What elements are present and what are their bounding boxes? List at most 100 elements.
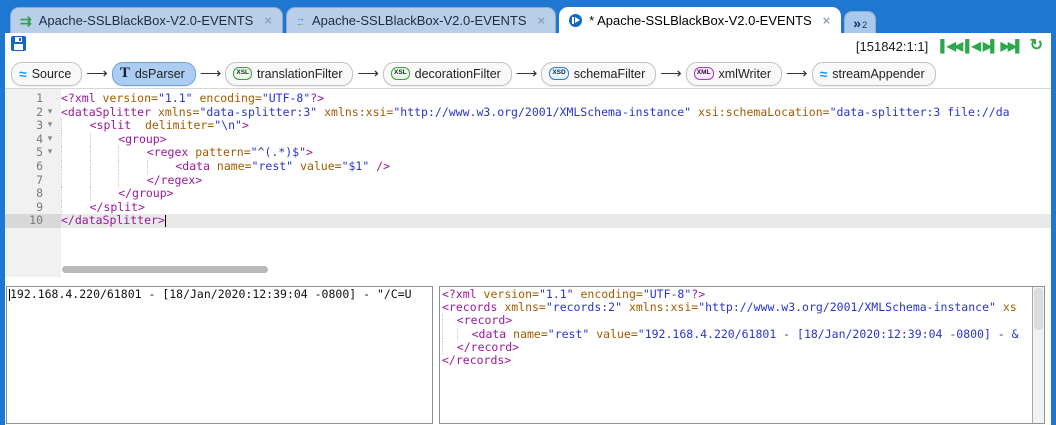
- code-text: </group>: [61, 187, 1051, 201]
- output-line: <records xmlns="records:2" xmlns:xsi="ht…: [442, 301, 1042, 314]
- gutter-cell: 8: [5, 187, 61, 201]
- step-last-icon[interactable]: ▶▶▌: [1001, 40, 1022, 52]
- close-icon[interactable]: ×: [538, 14, 546, 27]
- indent-guide: [118, 174, 147, 188]
- indent-guide: [118, 160, 147, 174]
- tab-events-1[interactable]: ⇉ Apache-SSLBlackBox-V2.0-EVENTS ×: [10, 7, 283, 33]
- code-editor[interactable]: 1<?xml version="1.1" encoding="UTF-8"?>2…: [5, 89, 1051, 277]
- line-number: 1: [5, 92, 43, 106]
- translation-icon: →←: [296, 16, 305, 26]
- fold-spacer: [43, 187, 57, 201]
- pipeline-arrow-icon: ⟶: [357, 66, 379, 81]
- output-data-pane[interactable]: <?xml version="1.1" encoding="UTF-8"?><r…: [439, 286, 1045, 424]
- pipeline-element-translationFilter[interactable]: XSLtranslationFilter: [225, 62, 353, 86]
- line-number: 6: [5, 160, 43, 174]
- code-line[interactable]: 3▾<split delimiter="\n">: [5, 119, 1051, 133]
- indent-guide: [118, 146, 147, 160]
- save-icon[interactable]: [11, 36, 26, 51]
- code-line[interactable]: 2▾<dataSplitter xmlns="data-splitter:3" …: [5, 106, 1051, 120]
- pipeline-element-dsParser[interactable]: TdsParser: [112, 62, 196, 86]
- fold-spacer: [43, 214, 57, 228]
- indent-guide: [61, 133, 90, 147]
- gutter-cell: 10: [5, 214, 61, 228]
- tab-title: * Apache-SSLBlackBox-V2.0-EVENTS: [589, 13, 812, 28]
- code-line[interactable]: 4▾<group>: [5, 133, 1051, 147]
- pipeline-element-label: schemaFilter: [574, 67, 646, 81]
- code-line[interactable]: 8</group>: [5, 187, 1051, 201]
- line-number: 4: [5, 133, 43, 147]
- xsd-icon: XSD: [549, 67, 568, 80]
- step-backward-icon[interactable]: ▌◀: [965, 40, 979, 52]
- code-line[interactable]: 1<?xml version="1.1" encoding="UTF-8"?>: [5, 92, 1051, 106]
- xml-icon: XML: [694, 67, 714, 80]
- editor-lines: 1<?xml version="1.1" encoding="UTF-8"?>2…: [5, 92, 1051, 228]
- fold-arrow-icon: ▾: [43, 106, 57, 120]
- close-icon[interactable]: ×: [264, 14, 272, 27]
- overflow-count: 2: [862, 21, 867, 30]
- save-icon-label: [14, 44, 23, 50]
- line-number: 10: [5, 214, 43, 228]
- gutter-cell: 5▾: [5, 146, 61, 160]
- input-data-pane[interactable]: 192.168.4.220/61801 - [18/Jan/2020:12:39…: [6, 286, 433, 424]
- pipeline-element-schemaFilter[interactable]: XSD schemaFilter: [541, 62, 656, 86]
- step-first-icon[interactable]: ▌◀◀: [940, 40, 961, 52]
- code-text: </dataSplitter>: [61, 214, 1051, 228]
- output-line: </records>: [442, 354, 1042, 367]
- gutter-cell: 3▾: [5, 119, 61, 133]
- refresh-icon[interactable]: ↻: [1030, 38, 1043, 54]
- indent-guide: [61, 146, 90, 160]
- pipeline-element-Source[interactable]: ≈Source: [11, 62, 82, 86]
- tab-events-2[interactable]: →←Apache-SSLBlackBox-V2.0-EVENTS×: [286, 7, 556, 33]
- output-data-text: <?xml version="1.1" encoding="UTF-8"?><r…: [440, 287, 1044, 368]
- pipeline-arrow-icon: ⟶: [786, 66, 808, 81]
- pipeline-element-label: Source: [32, 67, 72, 81]
- code-text: <split delimiter="\n">: [61, 119, 1051, 133]
- code-line[interactable]: 10 </dataSplitter>: [5, 214, 1051, 228]
- pipeline-element-decorationFilter[interactable]: XSLdecorationFilter: [383, 62, 512, 86]
- code-text: <data name="rest" value="$1" />: [61, 160, 1051, 174]
- pipeline-element-xmlWriter[interactable]: XML xmlWriter: [686, 62, 782, 86]
- tab-bar: ⇉Apache-SSLBlackBox-V2.0-EVENTS×→←Apache…: [10, 7, 876, 33]
- pipeline-structure: ≈Source⟶TdsParser⟶XSLtranslationFilter⟶X…: [5, 59, 1051, 89]
- indent-guide: [147, 160, 176, 174]
- output-line: <data name="rest" value="192.168.4.220/6…: [442, 328, 1042, 341]
- tab-title: Apache-SSLBlackBox-V2.0-EVENTS: [39, 13, 254, 28]
- step-forward-icon[interactable]: ▶▌: [983, 40, 997, 52]
- indent-guide: [61, 119, 90, 133]
- editor-h-scrollbar[interactable]: [62, 266, 268, 273]
- horizontal-splitter[interactable]: [5, 277, 1051, 286]
- line-number: 5: [5, 146, 43, 160]
- gutter-cell: 4▾: [5, 133, 61, 147]
- code-line[interactable]: 5▾<regex pattern="^(.*)$">: [5, 146, 1051, 160]
- code-line[interactable]: 9</split>: [5, 201, 1051, 215]
- indent-guide: [90, 160, 119, 174]
- pipeline-element-label: xmlWriter: [719, 67, 772, 81]
- editor-toolbar: [151842:1:1] ▌◀◀ ▌◀ ▶▌ ▶▶▌ ↻: [5, 33, 1051, 60]
- fold-spacer: [43, 160, 57, 174]
- tab-events-3[interactable]: * Apache-SSLBlackBox-V2.0-EVENTS ×: [559, 7, 841, 33]
- output-v-scrollbar[interactable]: [1032, 287, 1044, 423]
- vertical-splitter[interactable]: [433, 286, 439, 425]
- tab-overflow-button[interactable]: »2: [844, 11, 876, 33]
- pipeline-element-streamAppender[interactable]: ≈streamAppender: [812, 62, 936, 86]
- indent-guide: [61, 201, 90, 215]
- fold-arrow-icon: ▾: [43, 119, 57, 133]
- code-text: <regex pattern="^(.*)$">: [61, 146, 1051, 160]
- gutter-cell: 1: [5, 92, 61, 106]
- code-text: <group>: [61, 133, 1051, 147]
- pipeline-arrow-icon: ⟶: [200, 66, 222, 81]
- code-line[interactable]: 7</regex>: [5, 174, 1051, 188]
- output-line: </record>: [442, 341, 1042, 354]
- app-window: ⇉Apache-SSLBlackBox-V2.0-EVENTS×→←Apache…: [0, 0, 1056, 425]
- line-number: 2: [5, 106, 43, 120]
- fold-arrow-icon: ▾: [43, 146, 57, 160]
- indent-guide: [442, 314, 457, 327]
- fold-arrow-icon: ▾: [43, 133, 57, 147]
- close-icon[interactable]: ×: [823, 14, 831, 27]
- scrollbar-thumb[interactable]: [1034, 288, 1043, 330]
- line-number: 9: [5, 201, 43, 215]
- feed-icon: ⇉: [20, 14, 32, 28]
- code-line[interactable]: 6 <data name="rest" value="$1" />: [5, 160, 1051, 174]
- window-frame-right: [1051, 0, 1056, 425]
- gutter-cell: 6: [5, 160, 61, 174]
